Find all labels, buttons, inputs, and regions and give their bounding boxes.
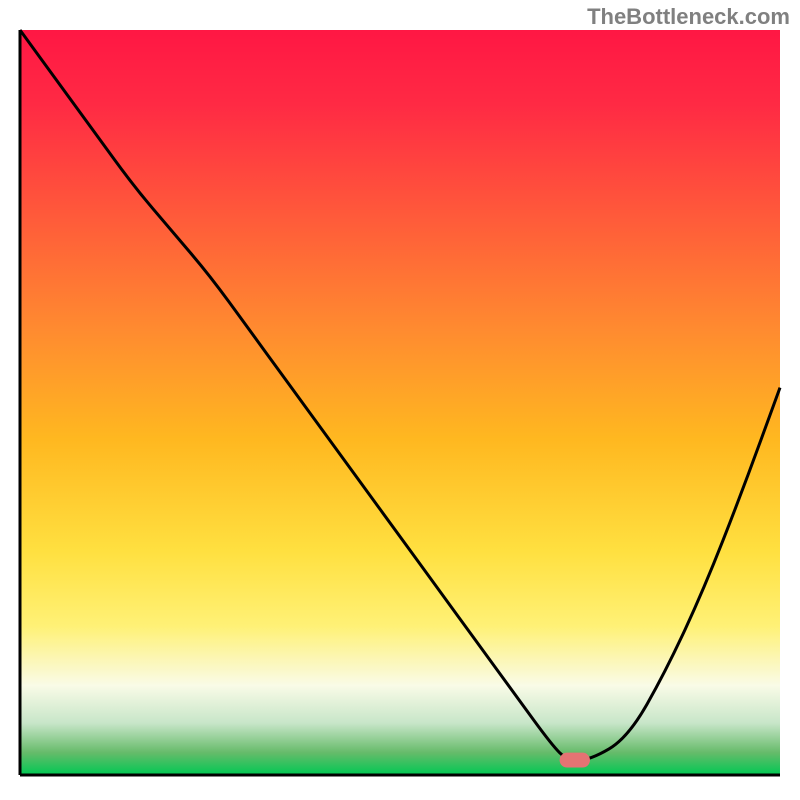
- chart-svg: [0, 0, 800, 800]
- plot-background: [20, 30, 780, 775]
- optimal-marker: [560, 753, 590, 768]
- chart-container: TheBottleneck.com: [0, 0, 800, 800]
- watermark-text: TheBottleneck.com: [587, 4, 790, 30]
